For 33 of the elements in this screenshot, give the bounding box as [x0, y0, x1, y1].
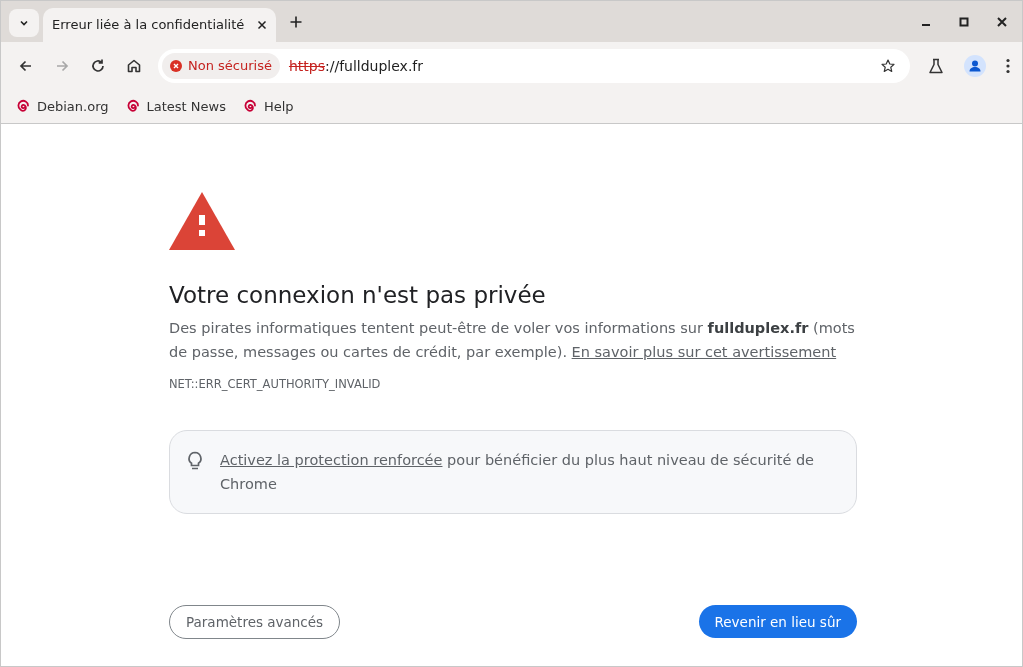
profile-avatar-icon[interactable] [964, 55, 986, 77]
security-chip[interactable]: Non sécurisé [162, 53, 280, 79]
star-icon[interactable] [880, 58, 896, 74]
back-to-safety-button[interactable]: Revenir en lieu sûr [698, 605, 857, 639]
flask-icon[interactable] [928, 58, 944, 74]
advanced-button[interactable]: Paramètres avancés [169, 605, 341, 640]
swirl-icon [15, 98, 31, 115]
home-icon[interactable] [126, 58, 142, 74]
bookmark-link[interactable]: Help [264, 96, 294, 117]
description-text: Des pirates informatiques tentent peut-être de voler vos informations sur fullduplex.fr (mots de passe, messages ou cartes de crédit, par exemple). En savoir plus sur cet avertissement [169, 319, 856, 362]
warning-icon [169, 192, 235, 250]
browser-tab[interactable]: Erreur liée à la confidentialité [43, 8, 276, 42]
error-code: NET::ERR_CERT_AUTHORITY_INVALID [169, 376, 381, 393]
error-icon [170, 60, 182, 72]
tab-title: Erreur liée à la confidentialité [52, 16, 246, 35]
swirl-icon [242, 98, 258, 115]
bookmark-link[interactable]: Latest News [146, 96, 226, 117]
menu-icon[interactable] [1006, 58, 1010, 74]
lightbulb-icon [187, 451, 203, 472]
close-icon[interactable] [257, 20, 267, 30]
back-icon[interactable] [18, 58, 34, 74]
tip-text: Activez la protection renforcée pour bénéficier du plus haut niveau de sécurité de Chrome [220, 451, 816, 495]
reload-icon[interactable] [90, 58, 106, 74]
close-icon[interactable] [996, 15, 1008, 28]
url-text: https://fullduplex.fr [288, 56, 424, 76]
maximize-icon[interactable] [958, 15, 970, 28]
not-secure-label: Non sécurisé [188, 57, 272, 76]
address-bar[interactable]: Non sécurisé https://fullduplex.fr [158, 49, 910, 83]
learn-more-link[interactable]: En savoir plus sur cet avertissement [571, 344, 837, 360]
new-tab-icon[interactable] [290, 15, 302, 28]
page-heading: Votre connexion n'est pas privée [169, 281, 547, 310]
protection-link[interactable]: Activez la protection renforcée [220, 452, 443, 469]
bookmark-link[interactable]: Debian.org [37, 96, 109, 117]
